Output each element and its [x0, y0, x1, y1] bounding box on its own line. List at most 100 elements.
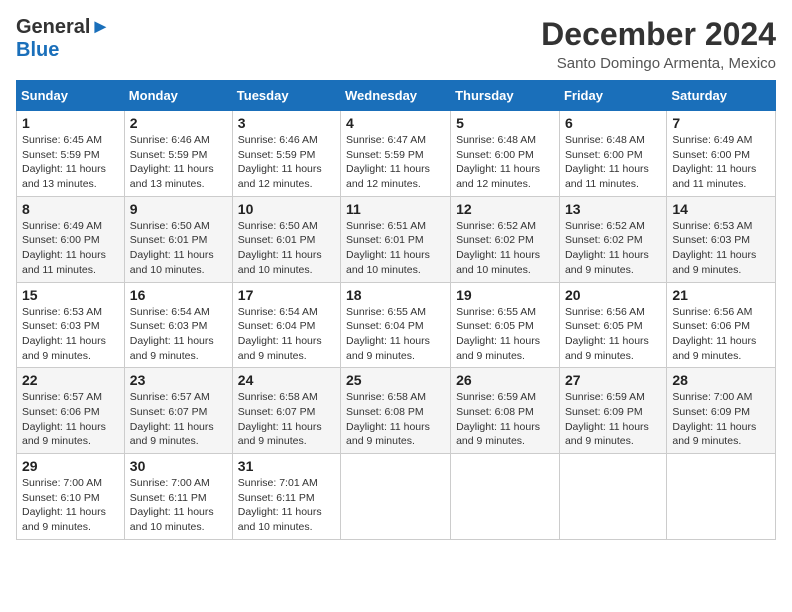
- day-info: Sunrise: 6:56 AMSunset: 6:05 PMDaylight:…: [565, 305, 661, 364]
- day-info: Sunrise: 7:00 AMSunset: 6:11 PMDaylight:…: [130, 476, 227, 535]
- day-info: Sunrise: 6:50 AMSunset: 6:01 PMDaylight:…: [130, 219, 227, 278]
- table-row: 29 Sunrise: 7:00 AMSunset: 6:10 PMDayligh…: [17, 454, 125, 540]
- day-info: Sunrise: 6:51 AMSunset: 6:01 PMDaylight:…: [346, 219, 445, 278]
- day-number: 17: [238, 287, 335, 303]
- logo-text: General►: [16, 16, 110, 39]
- day-info: Sunrise: 6:49 AMSunset: 6:00 PMDaylight:…: [672, 133, 770, 192]
- day-info: Sunrise: 6:55 AMSunset: 6:05 PMDaylight:…: [456, 305, 554, 364]
- table-row: 18Sunrise: 6:55 AMSunset: 6:04 PMDayligh…: [341, 282, 451, 368]
- day-number: 7: [672, 115, 770, 131]
- calendar-week-row: 15Sunrise: 6:53 AMSunset: 6:03 PMDayligh…: [17, 282, 776, 368]
- day-info: Sunrise: 7:00 AMSunset: 6:10 PMDaylight:…: [22, 476, 119, 535]
- day-info: Sunrise: 6:57 AMSunset: 6:07 PMDaylight:…: [130, 390, 227, 449]
- table-row: [667, 454, 776, 540]
- col-sunday: Sunday: [17, 81, 125, 111]
- day-number: 11: [346, 201, 445, 217]
- day-number: 16: [130, 287, 227, 303]
- day-info: Sunrise: 6:53 AMSunset: 6:03 PMDaylight:…: [672, 219, 770, 278]
- table-row: 17 Sunrise: 6:54 AMSunset: 6:04 PMDayligh…: [232, 282, 340, 368]
- day-number: 5: [456, 115, 554, 131]
- day-info: Sunrise: 6:46 AMSunset: 5:59 PMDaylight:…: [130, 133, 227, 192]
- col-wednesday: Wednesday: [341, 81, 451, 111]
- col-monday: Monday: [124, 81, 232, 111]
- calendar-subtitle: Santo Domingo Armenta, Mexico: [541, 55, 776, 72]
- day-number: 13: [565, 201, 661, 217]
- table-row: 15Sunrise: 6:53 AMSunset: 6:03 PMDayligh…: [17, 282, 125, 368]
- table-row: 26 Sunrise: 6:59 AMSunset: 6:08 PMDayligh…: [451, 368, 560, 454]
- day-info: Sunrise: 6:48 AMSunset: 6:00 PMDaylight:…: [456, 133, 554, 192]
- table-row: 4 Sunrise: 6:47 AMSunset: 5:59 PMDaylight…: [341, 111, 451, 197]
- title-block: December 2024 Santo Domingo Armenta, Mex…: [541, 16, 776, 72]
- day-info: Sunrise: 6:59 AMSunset: 6:09 PMDaylight:…: [565, 390, 661, 449]
- table-row: 13 Sunrise: 6:52 AMSunset: 6:02 PMDayligh…: [559, 196, 666, 282]
- col-friday: Friday: [559, 81, 666, 111]
- day-number: 24: [238, 372, 335, 388]
- table-row: 30 Sunrise: 7:00 AMSunset: 6:11 PMDayligh…: [124, 454, 232, 540]
- day-number: 21: [672, 287, 770, 303]
- calendar-table: Sunday Monday Tuesday Wednesday Thursday…: [16, 80, 776, 540]
- col-tuesday: Tuesday: [232, 81, 340, 111]
- table-row: 10Sunrise: 6:50 AMSunset: 6:01 PMDayligh…: [232, 196, 340, 282]
- day-number: 9: [130, 201, 227, 217]
- logo: General► Blue: [16, 16, 110, 62]
- day-number: 25: [346, 372, 445, 388]
- table-row: 11 Sunrise: 6:51 AMSunset: 6:01 PMDayligh…: [341, 196, 451, 282]
- day-info: Sunrise: 6:46 AMSunset: 5:59 PMDaylight:…: [238, 133, 335, 192]
- table-row: [559, 454, 666, 540]
- table-row: [451, 454, 560, 540]
- day-info: Sunrise: 6:48 AMSunset: 6:00 PMDaylight:…: [565, 133, 661, 192]
- day-number: 6: [565, 115, 661, 131]
- day-info: Sunrise: 6:53 AMSunset: 6:03 PMDaylight:…: [22, 305, 119, 364]
- table-row: 3Sunrise: 6:46 AMSunset: 5:59 PMDaylight…: [232, 111, 340, 197]
- day-info: Sunrise: 6:58 AMSunset: 6:08 PMDaylight:…: [346, 390, 445, 449]
- table-row: 9 Sunrise: 6:50 AMSunset: 6:01 PMDaylight…: [124, 196, 232, 282]
- day-number: 2: [130, 115, 227, 131]
- day-number: 29: [22, 458, 119, 474]
- table-row: 27 Sunrise: 6:59 AMSunset: 6:09 PMDayligh…: [559, 368, 666, 454]
- logo-blue: Blue: [16, 39, 59, 61]
- calendar-week-row: 29 Sunrise: 7:00 AMSunset: 6:10 PMDayligh…: [17, 454, 776, 540]
- day-info: Sunrise: 6:54 AMSunset: 6:03 PMDaylight:…: [130, 305, 227, 364]
- day-info: Sunrise: 6:59 AMSunset: 6:08 PMDaylight:…: [456, 390, 554, 449]
- day-info: Sunrise: 6:58 AMSunset: 6:07 PMDaylight:…: [238, 390, 335, 449]
- table-row: 24 Sunrise: 6:58 AMSunset: 6:07 PMDayligh…: [232, 368, 340, 454]
- table-row: [341, 454, 451, 540]
- table-row: 2 Sunrise: 6:46 AMSunset: 5:59 PMDaylight…: [124, 111, 232, 197]
- day-number: 12: [456, 201, 554, 217]
- day-number: 1: [22, 115, 119, 131]
- day-number: 27: [565, 372, 661, 388]
- table-row: 7 Sunrise: 6:49 AMSunset: 6:00 PMDaylight…: [667, 111, 776, 197]
- table-row: 6 Sunrise: 6:48 AMSunset: 6:00 PMDaylight…: [559, 111, 666, 197]
- day-number: 30: [130, 458, 227, 474]
- day-number: 8: [22, 201, 119, 217]
- table-row: 12Sunrise: 6:52 AMSunset: 6:02 PMDayligh…: [451, 196, 560, 282]
- day-number: 31: [238, 458, 335, 474]
- day-info: Sunrise: 6:52 AMSunset: 6:02 PMDaylight:…: [565, 219, 661, 278]
- col-saturday: Saturday: [667, 81, 776, 111]
- day-number: 23: [130, 372, 227, 388]
- day-info: Sunrise: 6:54 AMSunset: 6:04 PMDaylight:…: [238, 305, 335, 364]
- day-info: Sunrise: 7:00 AMSunset: 6:09 PMDaylight:…: [672, 390, 770, 449]
- day-info: Sunrise: 6:55 AMSunset: 6:04 PMDaylight:…: [346, 305, 445, 364]
- day-info: Sunrise: 6:45 AMSunset: 5:59 PMDaylight:…: [22, 133, 119, 192]
- day-number: 4: [346, 115, 445, 131]
- page-header: General► Blue December 2024 Santo Doming…: [16, 16, 776, 72]
- day-info: Sunrise: 6:56 AMSunset: 6:06 PMDaylight:…: [672, 305, 770, 364]
- day-number: 26: [456, 372, 554, 388]
- day-info: Sunrise: 6:50 AMSunset: 6:01 PMDaylight:…: [238, 219, 335, 278]
- table-row: 16 Sunrise: 6:54 AMSunset: 6:03 PMDayligh…: [124, 282, 232, 368]
- day-number: 28: [672, 372, 770, 388]
- day-number: 20: [565, 287, 661, 303]
- table-row: 1 Sunrise: 6:45 AMSunset: 5:59 PMDaylight…: [17, 111, 125, 197]
- table-row: 21 Sunrise: 6:56 AMSunset: 6:06 PMDayligh…: [667, 282, 776, 368]
- calendar-week-row: 1 Sunrise: 6:45 AMSunset: 5:59 PMDaylight…: [17, 111, 776, 197]
- calendar-week-row: 22Sunrise: 6:57 AMSunset: 6:06 PMDayligh…: [17, 368, 776, 454]
- table-row: 31Sunrise: 7:01 AMSunset: 6:11 PMDayligh…: [232, 454, 340, 540]
- table-row: 14Sunrise: 6:53 AMSunset: 6:03 PMDayligh…: [667, 196, 776, 282]
- table-row: 28 Sunrise: 7:00 AMSunset: 6:09 PMDayligh…: [667, 368, 776, 454]
- table-row: 23 Sunrise: 6:57 AMSunset: 6:07 PMDayligh…: [124, 368, 232, 454]
- day-info: Sunrise: 6:47 AMSunset: 5:59 PMDaylight:…: [346, 133, 445, 192]
- day-number: 19: [456, 287, 554, 303]
- table-row: 25 Sunrise: 6:58 AMSunset: 6:08 PMDayligh…: [341, 368, 451, 454]
- table-row: 22Sunrise: 6:57 AMSunset: 6:06 PMDayligh…: [17, 368, 125, 454]
